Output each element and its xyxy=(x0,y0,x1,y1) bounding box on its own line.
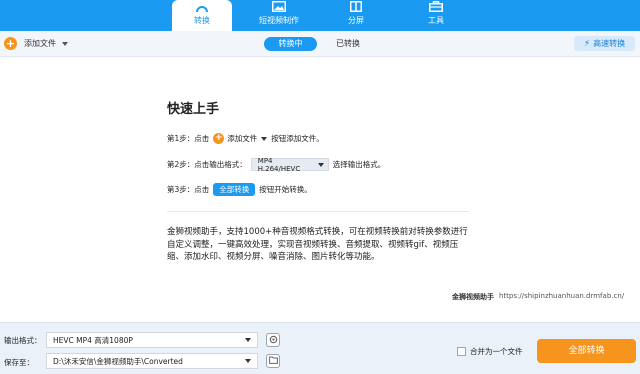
step-2-prefix: 第2步：点击输出格式： xyxy=(167,160,247,169)
high-speed-label: 高速转换 xyxy=(593,39,626,48)
step-1-prefix: 第1步：点击 xyxy=(167,134,210,143)
output-format-select[interactable]: HEVC MP4 高清1080P xyxy=(46,332,258,348)
merge-option[interactable]: 合并为一个文件 xyxy=(457,346,523,357)
split-screen-icon xyxy=(349,0,363,12)
high-speed-convert-button[interactable]: ⚡ 高速转换 xyxy=(574,36,635,51)
step-3-prefix: 第3步：点击 xyxy=(167,185,210,194)
convert-all-button[interactable]: 全部转换 xyxy=(537,339,636,363)
image-icon xyxy=(272,0,286,12)
chevron-down-icon xyxy=(245,359,251,363)
merge-checkbox[interactable] xyxy=(457,347,466,356)
step-3-suffix: 按钮开始转换。 xyxy=(259,185,312,194)
brand-name: 金狮视频助手 xyxy=(452,293,494,301)
step-1: 第1步：点击 + 添加文件 按钮添加文件。 xyxy=(167,133,324,144)
convert-icon xyxy=(195,0,209,12)
add-file-button[interactable]: + 添加文件 xyxy=(4,37,68,50)
chevron-down-icon[interactable] xyxy=(62,41,68,46)
step-2-suffix: 选择输出格式。 xyxy=(332,160,386,169)
output-format-value: HEVC MP4 高清1080P xyxy=(53,335,133,345)
step-1-suffix: 按钮添加文件。 xyxy=(271,134,324,143)
settings-icon xyxy=(269,335,278,346)
divider xyxy=(167,211,469,212)
output-format-label: 输出格式： xyxy=(4,336,42,345)
inline-convert-all-button[interactable]: 全部转换 xyxy=(213,183,256,196)
top-nav-bar: 转换 短视频制作 分屏 工具 xyxy=(0,0,640,31)
brand-url[interactable]: https://shipinzhuanhuan.drmfab.cn/ xyxy=(499,292,624,300)
chevron-down-icon xyxy=(261,136,268,141)
converting-tab[interactable]: 转换中 xyxy=(264,37,317,51)
tab-label: 分屏 xyxy=(348,16,364,25)
save-path-value: D:\沐禾安信\金狮视频助手\Converted xyxy=(53,356,183,366)
chevron-down-icon xyxy=(245,338,251,342)
plus-icon: + xyxy=(4,37,17,50)
tab-label: 短视频制作 xyxy=(259,16,299,25)
save-path-select[interactable]: D:\沐禾安信\金狮视频助手\Converted xyxy=(46,353,258,369)
merge-label: 合并为一个文件 xyxy=(470,347,523,356)
step-2: 第2步：点击输出格式： MP4 H.264/HEVC 选择输出格式。 xyxy=(167,156,386,173)
chevron-down-icon xyxy=(317,162,324,167)
tab-label: 工具 xyxy=(428,16,444,25)
toolbox-icon xyxy=(429,0,443,12)
save-to-label: 保存至： xyxy=(4,358,34,367)
open-folder-button[interactable] xyxy=(266,354,280,368)
add-file-label: 添加文件 xyxy=(24,39,56,48)
inline-add-file-button[interactable]: + 添加文件 xyxy=(213,133,268,144)
toolbar: + 添加文件 转换中 已转换 ⚡ 高速转换 xyxy=(0,31,640,57)
bottom-bar: 输出格式： HEVC MP4 高清1080P 保存至： D:\沐禾安信\金狮视频… xyxy=(0,322,640,374)
tab-tools[interactable]: 工具 xyxy=(406,0,466,31)
tab-convert[interactable]: 转换 xyxy=(172,0,232,31)
folder-icon xyxy=(268,356,278,366)
format-settings-button[interactable] xyxy=(266,333,280,347)
plus-icon: + xyxy=(213,133,225,144)
converted-tab[interactable]: 已转换 xyxy=(333,37,363,51)
step-3: 第3步：点击 全部转换 按钮开始转换。 xyxy=(167,183,312,196)
inline-format-value: MP4 H.264/HEVC xyxy=(257,156,301,173)
tab-short-video[interactable]: 短视频制作 xyxy=(247,0,311,31)
page-title: 快速上手 xyxy=(167,102,220,117)
tab-label: 转换 xyxy=(194,16,210,25)
inline-add-file-label: 添加文件 xyxy=(227,134,258,143)
app-description: 金狮视频助手，支持1000+种音视频格式转换，可在视频转换前对转换参数进行自定义… xyxy=(167,227,468,263)
lightning-icon: ⚡ xyxy=(583,38,591,49)
tab-split-screen[interactable]: 分屏 xyxy=(326,0,386,31)
inline-format-select[interactable]: MP4 H.264/HEVC xyxy=(250,156,329,173)
